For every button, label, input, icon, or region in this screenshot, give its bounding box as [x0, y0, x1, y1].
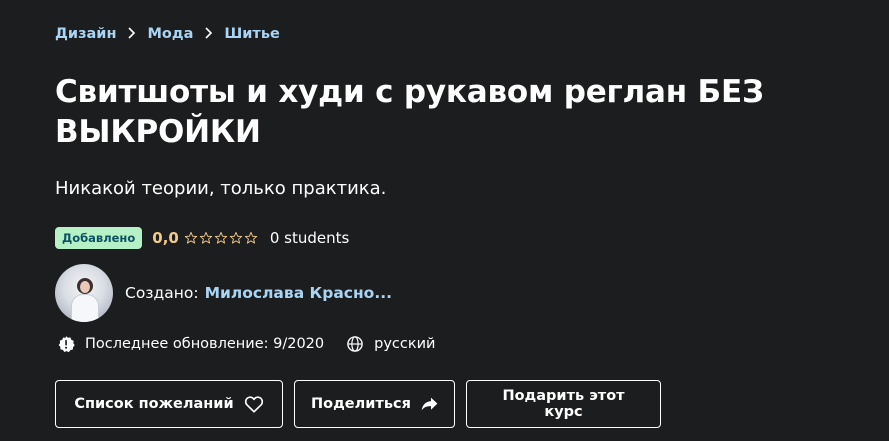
- share-button-label: Поделиться: [311, 396, 411, 412]
- star-outline-icon: [229, 231, 243, 244]
- course-title: Свитшоты и худи с рукавом реглан БЕЗ ВЫК…: [55, 74, 764, 150]
- chevron-right-icon: [204, 26, 213, 42]
- meta-row: Последнее обновление: 9/2020 русский: [57, 335, 435, 353]
- breadcrumb-item-sewing[interactable]: Шитье: [224, 26, 279, 42]
- wishlist-button[interactable]: Список пожеланий: [55, 380, 283, 428]
- share-button[interactable]: Поделиться: [294, 380, 455, 428]
- star-outline-icon: [244, 231, 258, 244]
- star-outline-icon: [199, 231, 213, 244]
- breadcrumb-item-fashion[interactable]: Мода: [147, 26, 193, 42]
- author-row: Создано: Милослава Красно...: [55, 264, 392, 322]
- students-count: 0 students: [269, 229, 350, 247]
- star-outline-icon: [214, 231, 228, 244]
- last-updated: Последнее обновление: 9/2020: [85, 336, 325, 352]
- rating-stars: [184, 231, 258, 245]
- heart-icon: [244, 396, 263, 413]
- globe-icon: [347, 336, 363, 352]
- rating-row: Добавлено 0,0 0 students: [55, 226, 349, 250]
- alert-badge-icon: [58, 336, 75, 353]
- created-by-label: Создано:: [125, 284, 199, 302]
- gift-course-button[interactable]: Подарить этот курс: [466, 380, 661, 428]
- rating-value: 0,0: [152, 229, 179, 247]
- breadcrumb-item-design[interactable]: Дизайн: [55, 26, 116, 42]
- chevron-right-icon: [127, 26, 136, 42]
- star-outline-icon: [184, 231, 198, 244]
- course-language: русский: [374, 336, 436, 352]
- course-subtitle: Никакой теории, только практика.: [55, 178, 387, 199]
- action-buttons: Список пожеланий Поделиться Подарить это…: [55, 380, 661, 428]
- author-link[interactable]: Милослава Красно...: [205, 284, 392, 302]
- breadcrumb: Дизайн Мода Шитье: [55, 26, 280, 42]
- share-arrow-icon: [421, 397, 438, 411]
- avatar[interactable]: [55, 264, 113, 322]
- wishlist-button-label: Список пожеланий: [74, 396, 234, 412]
- status-badge: Добавлено: [55, 227, 143, 249]
- gift-course-button-label: Подарить этот курс: [502, 388, 625, 420]
